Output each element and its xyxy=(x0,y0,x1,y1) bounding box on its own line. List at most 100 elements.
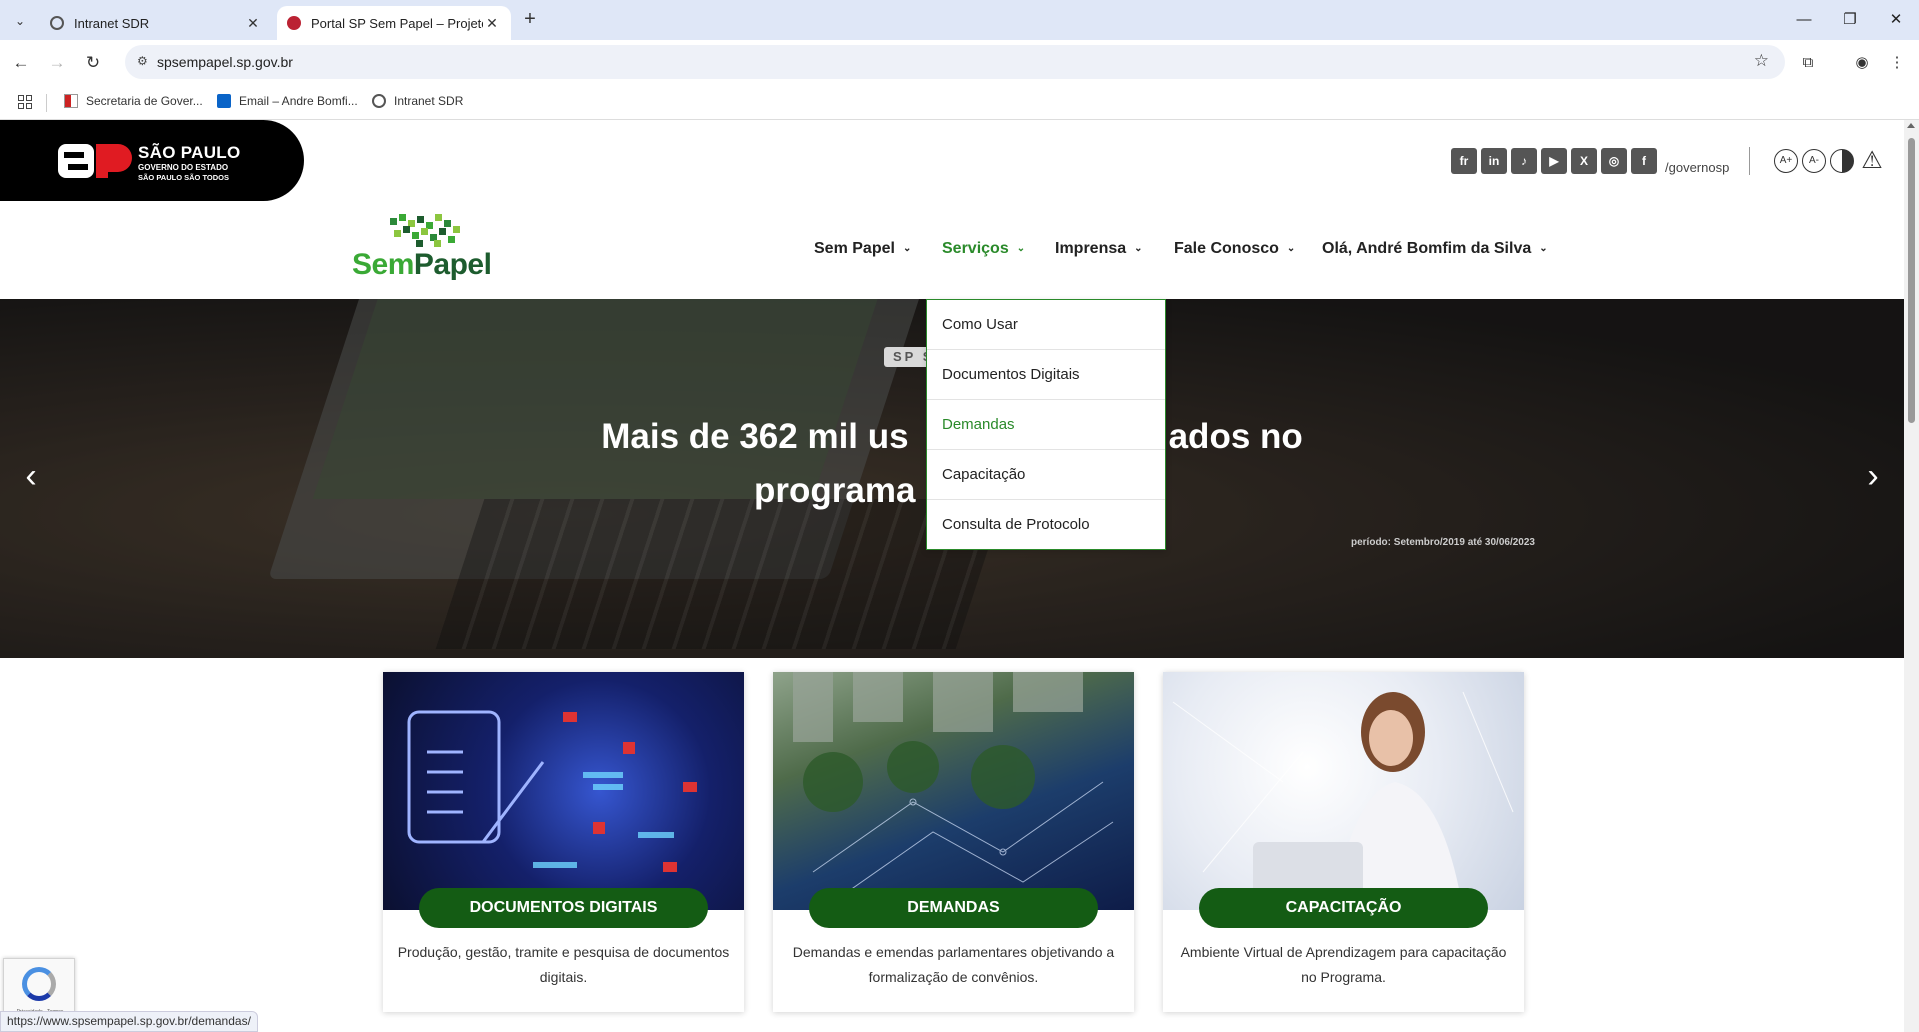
chevron-left-icon[interactable]: ‹ xyxy=(16,459,46,493)
tab-search-icon[interactable]: ⌄ xyxy=(8,9,32,33)
bookmark-star-icon[interactable]: ☆ xyxy=(1754,51,1769,71)
hero-period: período: Setembro/2019 até 30/06/2023 xyxy=(1351,537,1535,548)
chevron-down-icon: ⌄ xyxy=(1539,243,1548,254)
handshake-city-icon xyxy=(793,672,1114,903)
sp-logo-line1: SÃO PAULO xyxy=(138,143,241,162)
card-documentos-digitais[interactable]: DOCUMENTOS DIGITAIS Produção, gestão, tr… xyxy=(383,672,744,1012)
dropdown-item-capacitacao[interactable]: Capacitação xyxy=(927,450,1165,500)
woman-headset-icon xyxy=(1172,691,1514,910)
bookmark-label: Email – Andre Bomfi... xyxy=(239,94,358,108)
dropdown-item-demandas[interactable]: Demandas xyxy=(927,400,1165,450)
sp-flag-icon xyxy=(64,94,78,108)
card-button-documentos[interactable]: DOCUMENTOS DIGITAIS xyxy=(419,888,708,928)
youtube-icon[interactable]: ▶ xyxy=(1541,148,1567,174)
browser-tab-intranet[interactable]: Intranet SDR ✕ xyxy=(40,6,272,40)
close-icon[interactable]: ✕ xyxy=(483,15,501,32)
card-description: Produção, gestão, tramite e pesquisa de … xyxy=(397,944,730,985)
nav-item-servicos[interactable]: Serviços ⌄ xyxy=(942,240,1025,258)
nav-item-user[interactable]: Olá, André Bomfim da Silva ⌄ xyxy=(1322,240,1548,258)
bookmark-intranet[interactable]: Intranet SDR xyxy=(372,94,463,108)
tiktok-icon[interactable]: ♪ xyxy=(1511,148,1537,174)
sp-logo-text: SÃO PAULO GOVERNO DO ESTADO SÃO PAULO SÃ… xyxy=(138,144,241,182)
new-tab-icon[interactable]: + xyxy=(518,8,542,32)
bookmarks-bar: Secretaria de Gover... Email – Andre Bom… xyxy=(0,86,1919,120)
url-text: spsempapel.sp.gov.br xyxy=(157,54,293,70)
nav-label: Olá, André Bomfim da Silva xyxy=(1322,240,1532,257)
scroll-thumb[interactable] xyxy=(1908,138,1915,423)
bookmark-label: Secretaria de Gover... xyxy=(86,94,203,108)
logo-part-papel: Papel xyxy=(413,248,492,281)
chevron-right-icon[interactable]: › xyxy=(1858,459,1888,493)
card-image-documentos xyxy=(383,672,744,910)
sp-logo-mark-icon xyxy=(58,144,132,178)
window-close-icon[interactable]: ✕ xyxy=(1873,6,1919,34)
minimize-icon[interactable]: — xyxy=(1781,6,1827,34)
page-viewport: SÃO PAULO GOVERNO DO ESTADO SÃO PAULO SÃ… xyxy=(0,120,1904,1032)
card-button-demandas[interactable]: DEMANDAS xyxy=(809,888,1098,928)
sempapel-pixel-mark-icon xyxy=(390,214,464,247)
instagram-icon[interactable]: ◎ xyxy=(1601,148,1627,174)
logo-part-sem: Sem xyxy=(352,248,414,281)
nav-item-fale-conosco[interactable]: Fale Conosco ⌄ xyxy=(1174,240,1295,258)
document-circuit-icon xyxy=(407,710,697,872)
servicos-dropdown: Como Usar Documentos Digitais Demandas C… xyxy=(926,299,1166,550)
font-decrease-icon[interactable]: A- xyxy=(1802,149,1826,173)
sp-favicon-icon xyxy=(287,16,301,30)
restore-icon[interactable]: ❐ xyxy=(1827,6,1873,34)
nav-item-sem-papel[interactable]: Sem Papel ⌄ xyxy=(814,240,911,258)
card-capacitacao[interactable]: CAPACITAÇÃO Ambiente Virtual de Aprendiz… xyxy=(1163,672,1524,1012)
chevron-down-icon: ⌄ xyxy=(1016,243,1026,254)
recaptcha-icon xyxy=(22,967,56,1001)
browser-tabstrip: ⌄ Intranet SDR ✕ Portal SP Sem Papel – P… xyxy=(0,0,1919,40)
sempapel-wordmark: SemPapel xyxy=(352,248,492,282)
x-icon[interactable]: X xyxy=(1571,148,1597,174)
flickr-icon[interactable]: fr xyxy=(1451,148,1477,174)
close-icon[interactable]: ✕ xyxy=(244,15,262,32)
page-scrollbar[interactable] xyxy=(1904,120,1919,1032)
dropdown-item-documentos-digitais[interactable]: Documentos Digitais xyxy=(927,350,1165,400)
card-description: Demandas e emendas parlamentares objetiv… xyxy=(792,944,1115,985)
browser-tab-sempapel[interactable]: Portal SP Sem Papel – Projeto S ✕ xyxy=(277,6,511,40)
hero-title-line1-start: Mais de 362 mil us xyxy=(601,417,909,456)
bookmarks-divider xyxy=(46,94,47,112)
linkedin-icon[interactable]: in xyxy=(1481,148,1507,174)
apps-grid-icon[interactable] xyxy=(18,95,32,109)
bookmark-secretaria[interactable]: Secretaria de Gover... xyxy=(64,94,203,108)
extensions-icon[interactable]: ⧉ xyxy=(1796,51,1820,75)
facebook-icon[interactable]: f xyxy=(1631,148,1657,174)
sempapel-logo[interactable]: SemPapel xyxy=(352,214,502,284)
bookmark-email[interactable]: Email – Andre Bomfi... xyxy=(217,94,358,108)
font-increase-icon[interactable]: A+ xyxy=(1774,149,1798,173)
outlook-icon xyxy=(217,94,231,108)
profile-icon[interactable]: ◉ xyxy=(1850,51,1874,75)
contrast-icon[interactable] xyxy=(1830,149,1854,173)
status-url-bar: https://www.spsempapel.sp.gov.br/demanda… xyxy=(0,1011,258,1032)
chevron-down-icon: ⌄ xyxy=(902,243,912,254)
chevron-down-icon: ⌄ xyxy=(1134,243,1143,254)
menu-icon[interactable]: ⋮ xyxy=(1885,51,1909,75)
forward-icon[interactable]: → xyxy=(44,50,70,76)
scroll-up-icon[interactable] xyxy=(1907,123,1915,128)
back-icon[interactable]: ← xyxy=(8,50,34,76)
tab-title: Portal SP Sem Papel – Projeto S xyxy=(311,15,483,31)
hero-title-line1-end: ados no xyxy=(1168,417,1303,456)
nav-item-imprensa[interactable]: Imprensa ⌄ xyxy=(1055,240,1143,258)
card-description: Ambiente Virtual de Aprendizagem para ca… xyxy=(1180,944,1507,985)
nav-label: Imprensa xyxy=(1055,240,1127,257)
address-bar[interactable]: ⚙ spsempapel.sp.gov.br ☆ xyxy=(125,45,1785,79)
alert-icon[interactable]: ⚠ xyxy=(1860,149,1884,173)
bookmark-label: Intranet SDR xyxy=(394,94,464,108)
sp-government-logo[interactable]: SÃO PAULO GOVERNO DO ESTADO SÃO PAULO SÃ… xyxy=(0,120,304,201)
sp-logo-line3: SÃO PAULO SÃO TODOS xyxy=(138,173,229,182)
card-demandas[interactable]: DEMANDAS Demandas e emendas parlamentare… xyxy=(773,672,1134,1012)
card-button-capacitacao[interactable]: CAPACITAÇÃO xyxy=(1199,888,1488,928)
reload-icon[interactable]: ↻ xyxy=(80,50,106,76)
site-info-icon[interactable]: ⚙ xyxy=(137,54,148,68)
dropdown-item-consulta-protocolo[interactable]: Consulta de Protocolo xyxy=(927,500,1165,550)
sp-logo-line2: GOVERNO DO ESTADO xyxy=(138,163,229,172)
social-handle[interactable]: /governosp xyxy=(1665,160,1729,175)
chevron-down-icon: ⌄ xyxy=(1286,243,1296,254)
nav-label: Serviços xyxy=(942,240,1009,257)
dropdown-item-como-usar[interactable]: Como Usar xyxy=(927,300,1165,350)
header-divider xyxy=(1749,147,1750,175)
